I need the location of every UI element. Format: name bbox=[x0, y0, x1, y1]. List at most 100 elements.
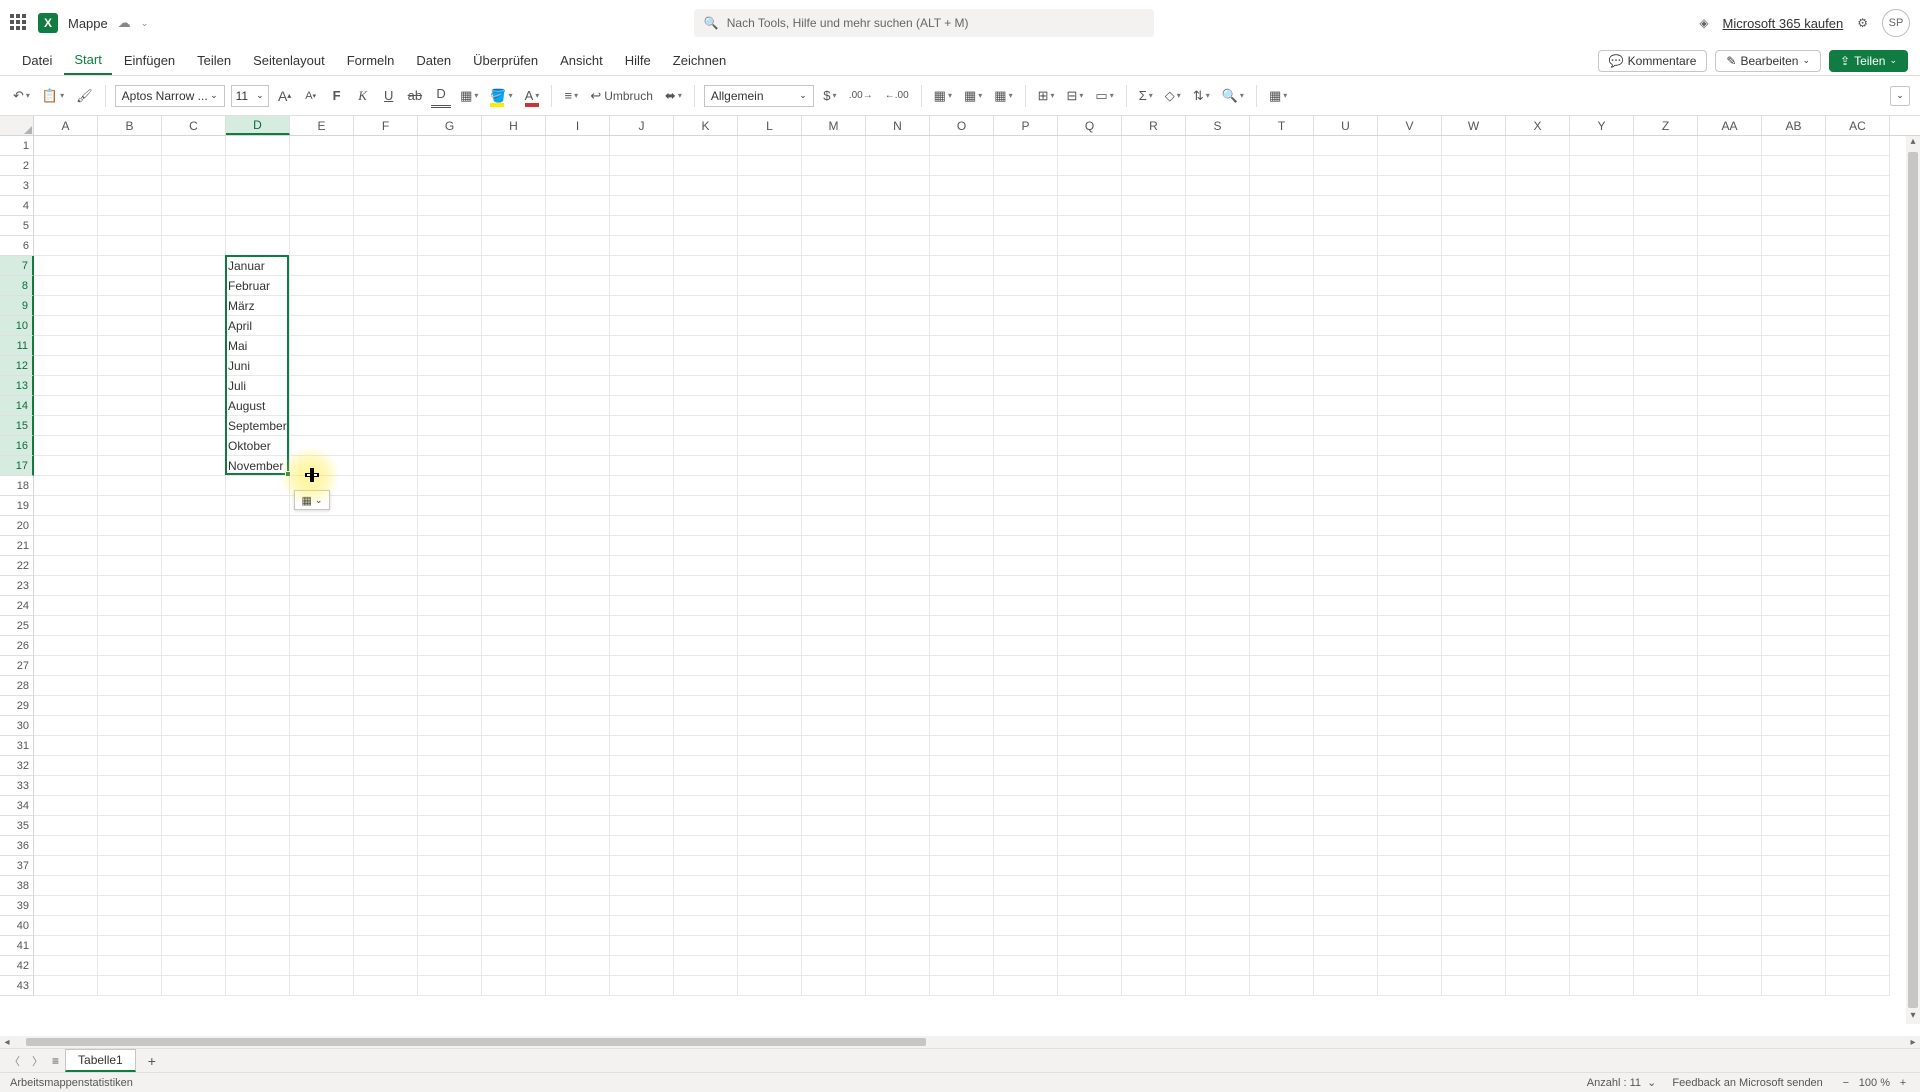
cell[interactable] bbox=[1186, 316, 1250, 336]
cell[interactable] bbox=[1058, 956, 1122, 976]
cell[interactable] bbox=[1186, 396, 1250, 416]
cell[interactable] bbox=[418, 556, 482, 576]
cell[interactable] bbox=[674, 156, 738, 176]
cell[interactable] bbox=[930, 716, 994, 736]
cell[interactable] bbox=[1122, 816, 1186, 836]
row-header[interactable]: 39 bbox=[0, 896, 34, 916]
cell[interactable] bbox=[1250, 436, 1314, 456]
document-name[interactable]: Mappe bbox=[68, 16, 108, 31]
cell[interactable] bbox=[994, 496, 1058, 516]
cell[interactable] bbox=[354, 696, 418, 716]
cell[interactable] bbox=[1314, 336, 1378, 356]
cell[interactable] bbox=[738, 856, 802, 876]
cell[interactable] bbox=[1570, 836, 1634, 856]
cell[interactable] bbox=[1250, 536, 1314, 556]
cell[interactable] bbox=[226, 856, 290, 876]
cell[interactable] bbox=[738, 596, 802, 616]
settings-gear-icon[interactable]: ⚙ bbox=[1857, 16, 1868, 30]
row-header[interactable]: 9 bbox=[0, 296, 34, 316]
cell[interactable] bbox=[1058, 656, 1122, 676]
cell[interactable] bbox=[1762, 216, 1826, 236]
cell[interactable] bbox=[802, 556, 866, 576]
cell[interactable] bbox=[610, 496, 674, 516]
cell[interactable] bbox=[1378, 716, 1442, 736]
cell[interactable] bbox=[1506, 776, 1570, 796]
cell[interactable] bbox=[98, 516, 162, 536]
cell[interactable] bbox=[1570, 316, 1634, 336]
cell[interactable] bbox=[1506, 276, 1570, 296]
cell[interactable] bbox=[1570, 396, 1634, 416]
cell[interactable] bbox=[546, 716, 610, 736]
cell[interactable] bbox=[1186, 356, 1250, 376]
cell[interactable] bbox=[1570, 936, 1634, 956]
cell[interactable]: Oktober bbox=[226, 436, 290, 456]
cell[interactable] bbox=[866, 236, 930, 256]
cell[interactable] bbox=[98, 636, 162, 656]
cell[interactable] bbox=[1378, 476, 1442, 496]
cell[interactable] bbox=[1058, 436, 1122, 456]
cell[interactable] bbox=[1122, 716, 1186, 736]
cell[interactable] bbox=[1186, 376, 1250, 396]
cell[interactable] bbox=[418, 456, 482, 476]
cell[interactable] bbox=[674, 536, 738, 556]
row-header[interactable]: 19 bbox=[0, 496, 34, 516]
cell[interactable] bbox=[1122, 656, 1186, 676]
cell[interactable] bbox=[1250, 596, 1314, 616]
cell[interactable] bbox=[610, 576, 674, 596]
cell[interactable] bbox=[162, 216, 226, 236]
cell[interactable] bbox=[546, 976, 610, 996]
cell[interactable] bbox=[1314, 416, 1378, 436]
zoom-in-button[interactable]: + bbox=[1896, 1077, 1910, 1089]
cell[interactable] bbox=[1570, 496, 1634, 516]
cell[interactable] bbox=[1634, 216, 1698, 236]
column-header[interactable]: U bbox=[1314, 116, 1378, 135]
cell[interactable] bbox=[994, 856, 1058, 876]
cell[interactable] bbox=[1378, 296, 1442, 316]
cell[interactable] bbox=[866, 376, 930, 396]
cell[interactable] bbox=[1378, 636, 1442, 656]
cell[interactable] bbox=[34, 836, 98, 856]
cell[interactable] bbox=[1058, 236, 1122, 256]
cell[interactable] bbox=[354, 376, 418, 396]
cell[interactable] bbox=[1378, 396, 1442, 416]
cell[interactable] bbox=[1570, 776, 1634, 796]
cell[interactable] bbox=[1762, 176, 1826, 196]
cell[interactable] bbox=[354, 576, 418, 596]
cell[interactable] bbox=[418, 296, 482, 316]
cell[interactable] bbox=[674, 916, 738, 936]
cell[interactable] bbox=[1442, 816, 1506, 836]
cell[interactable] bbox=[738, 696, 802, 716]
cell[interactable] bbox=[802, 136, 866, 156]
cell[interactable] bbox=[738, 376, 802, 396]
cell[interactable] bbox=[1378, 316, 1442, 336]
cell[interactable] bbox=[866, 336, 930, 356]
cell[interactable] bbox=[290, 916, 354, 936]
cell[interactable] bbox=[1570, 136, 1634, 156]
cell[interactable] bbox=[162, 816, 226, 836]
cell[interactable] bbox=[994, 256, 1058, 276]
cell[interactable] bbox=[418, 396, 482, 416]
cell[interactable] bbox=[1378, 936, 1442, 956]
cell[interactable] bbox=[546, 576, 610, 596]
cell[interactable] bbox=[1250, 136, 1314, 156]
cell[interactable] bbox=[1570, 336, 1634, 356]
merge-button[interactable]: ⬌▾ bbox=[662, 84, 685, 108]
cell[interactable] bbox=[738, 236, 802, 256]
cell[interactable] bbox=[1698, 276, 1762, 296]
cell[interactable] bbox=[1122, 676, 1186, 696]
cell[interactable] bbox=[1122, 236, 1186, 256]
cell[interactable] bbox=[290, 556, 354, 576]
cell[interactable] bbox=[162, 416, 226, 436]
cell[interactable] bbox=[1122, 756, 1186, 776]
cell[interactable] bbox=[738, 676, 802, 696]
cell[interactable] bbox=[1762, 636, 1826, 656]
cell[interactable] bbox=[418, 316, 482, 336]
cell[interactable] bbox=[482, 156, 546, 176]
cell[interactable] bbox=[1698, 136, 1762, 156]
cell[interactable] bbox=[1634, 276, 1698, 296]
cell[interactable] bbox=[354, 216, 418, 236]
increase-font-button[interactable]: A▴ bbox=[275, 84, 295, 108]
cell[interactable] bbox=[290, 676, 354, 696]
cell[interactable] bbox=[1634, 176, 1698, 196]
cell[interactable] bbox=[98, 856, 162, 876]
